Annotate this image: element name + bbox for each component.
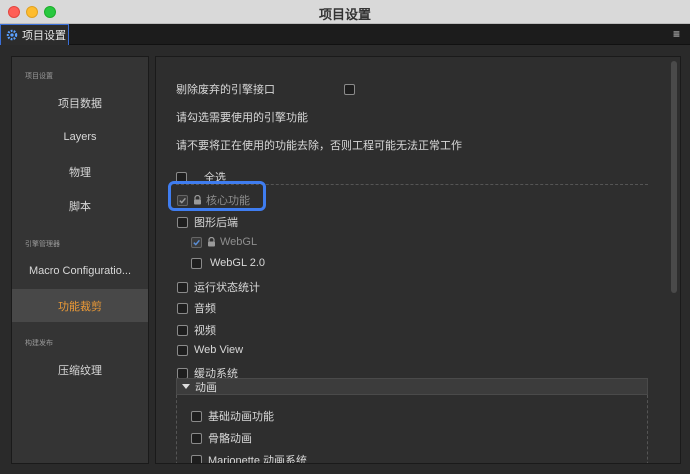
sidebar-section-label: 构建发布 [25, 340, 53, 347]
warning-text: 请不要将正在使用的功能去除，否则工程可能无法正常工作 [176, 140, 462, 152]
feature-webgl2-label: WebGL 2.0 [210, 257, 266, 269]
sidebar-section-label: 项目设置 [25, 73, 53, 80]
feature-video-checkbox[interactable] [177, 324, 188, 336]
vertical-scrollbar[interactable] [671, 61, 677, 293]
feature-tween-checkbox[interactable] [177, 367, 188, 379]
feature-webgl-label: WebGL [220, 236, 258, 248]
animation-group-label: 动画 [195, 381, 217, 394]
tab-project-settings[interactable]: 项目设置 [0, 24, 69, 45]
feature-video-label: 视频 [194, 325, 216, 337]
settings-sidebar: 项目设置 项目数据 Layers 物理 脚本 引擎管理器 Macro Confi… [11, 56, 149, 464]
animation-skeletal-label: 骨骼动画 [208, 433, 252, 445]
sidebar-item-physics[interactable]: 物理 [12, 155, 148, 188]
animation-skeletal-row: 骨骼动画 [191, 430, 252, 446]
feature-audio-row: 音频 [177, 300, 216, 316]
feature-webgl2-row: WebGL 2.0 [191, 257, 265, 269]
tab-strip: 项目设置 ≡ [0, 24, 690, 45]
sidebar-item-scripts[interactable]: 脚本 [12, 189, 148, 222]
remove-deprecated-row: 剔除废弃的引擎接口 [176, 81, 355, 97]
gear-icon [6, 29, 18, 41]
feature-audio-label: 音频 [194, 303, 216, 315]
window-title: 项目设置 [318, 7, 371, 22]
feature-webgl2-checkbox[interactable] [191, 257, 202, 269]
feature-webview-row: Web View [177, 344, 243, 356]
feature-profiler-row: 运行状态统计 [177, 279, 260, 295]
animation-basic-row: 基础动画功能 [191, 408, 274, 424]
animation-group-header[interactable]: 动画 [176, 378, 648, 395]
feature-core-checkbox [177, 194, 188, 206]
feature-graphics-backend-row: 图形后端 [177, 214, 238, 230]
sidebar-item-compressed-textures[interactable]: 压缩纹理 [12, 353, 148, 386]
tab-label: 项目设置 [22, 30, 66, 42]
feature-webview-label: Web View [194, 344, 244, 356]
remove-deprecated-checkbox[interactable] [344, 83, 355, 95]
menu-icon[interactable]: ≡ [673, 27, 680, 41]
feature-graphics-backend-label: 图形后端 [194, 217, 238, 229]
animation-basic-label: 基础动画功能 [208, 411, 274, 423]
feature-cropping-panel: 剔除废弃的引擎接口 请勾选需要使用的引擎功能 请不要将正在使用的功能去除，否则工… [155, 56, 681, 464]
animation-marionette-label: Marionette 动画系统 [208, 455, 308, 464]
feature-webgl-checkbox [191, 236, 202, 248]
window-titlebar: 项目设置 [0, 0, 690, 24]
feature-audio-checkbox[interactable] [177, 302, 188, 314]
feature-core-row: 核心功能 [177, 192, 250, 208]
sidebar-item-layers[interactable]: Layers [12, 120, 148, 153]
feature-core-label: 核心功能 [206, 195, 250, 207]
feature-webview-checkbox[interactable] [177, 344, 188, 356]
animation-marionette-checkbox[interactable] [191, 454, 202, 463]
remove-deprecated-label: 剔除废弃的引擎接口 [176, 84, 275, 96]
chevron-down-icon [182, 384, 190, 389]
feature-profiler-label: 运行状态统计 [194, 282, 260, 294]
animation-skeletal-checkbox[interactable] [191, 432, 202, 444]
lock-icon [207, 237, 216, 247]
sidebar-item-project-data[interactable]: 项目数据 [12, 86, 148, 119]
feature-graphics-backend-checkbox[interactable] [177, 216, 188, 228]
animation-basic-checkbox[interactable] [191, 410, 202, 422]
lock-icon [193, 195, 202, 205]
sidebar-item-macro-configuration[interactable]: Macro Configuratio... [12, 254, 148, 287]
sidebar-section-label: 引擎管理器 [25, 241, 60, 248]
sidebar-item-feature-cropping[interactable]: 功能裁剪 [12, 289, 148, 322]
animation-marionette-row: Marionette 动画系统 [191, 452, 308, 464]
feature-webgl-row: WebGL [191, 236, 257, 248]
feature-profiler-checkbox[interactable] [177, 281, 188, 293]
feature-video-row: 视频 [177, 322, 216, 338]
instruction-text: 请勾选需要使用的引擎功能 [176, 112, 308, 124]
